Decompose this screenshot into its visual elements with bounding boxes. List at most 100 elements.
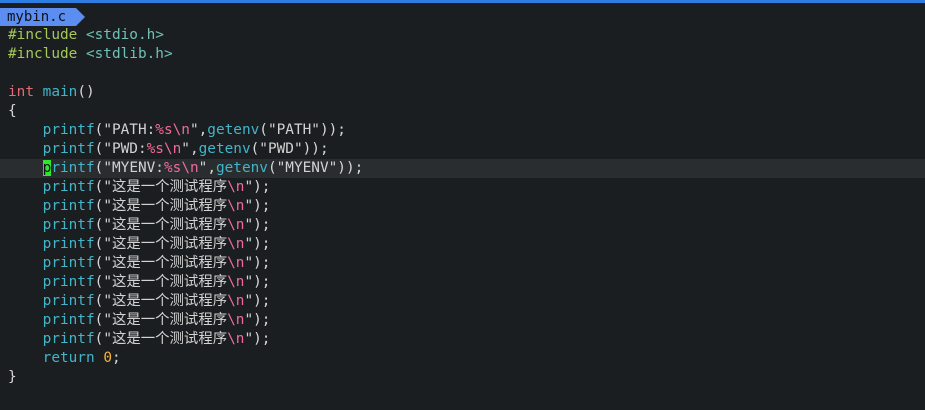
string-literal: "PATH: bbox=[103, 122, 156, 138]
escape-seq: \n bbox=[163, 141, 182, 157]
code-editor[interactable]: #include <stdio.h> #include <stdlib.h> i… bbox=[0, 26, 925, 387]
statement-end: ); bbox=[253, 274, 271, 290]
escape-seq: \n bbox=[227, 293, 245, 309]
string-literal: "这是一个测试程序 bbox=[103, 312, 228, 328]
code-line-7: printf("PWD:%s\n",getenv("PWD")); bbox=[0, 140, 925, 159]
escape-seq: \n bbox=[227, 179, 245, 195]
escape-seq: \n bbox=[227, 312, 245, 328]
escape-seq: \n bbox=[227, 331, 245, 347]
preproc-directive: #include bbox=[8, 27, 78, 43]
paren: ( bbox=[250, 141, 260, 157]
paren: ( bbox=[94, 179, 104, 195]
string-quote: " bbox=[244, 274, 254, 290]
statement-end: )); bbox=[337, 160, 364, 176]
call-getenv: getenv bbox=[207, 122, 260, 138]
parens: () bbox=[77, 84, 95, 100]
string-literal: "MYENV: bbox=[103, 160, 164, 176]
code-line-6: printf("PATH:%s\n",getenv("PATH")); bbox=[0, 121, 925, 140]
string-quote: " bbox=[244, 255, 254, 271]
string-quote: " bbox=[244, 217, 254, 233]
tab-mybin-c[interactable]: mybin.c bbox=[0, 8, 77, 26]
string-literal: "这是一个测试程序 bbox=[103, 236, 228, 252]
call-getenv: getenv bbox=[198, 141, 251, 157]
statement-end: ); bbox=[253, 331, 271, 347]
code-line-17: printf("这是一个测试程序\n"); bbox=[0, 330, 925, 349]
string-literal: "这是一个测试程序 bbox=[103, 274, 228, 290]
code-line-4: int main() bbox=[0, 83, 925, 102]
type-keyword: int bbox=[8, 84, 34, 100]
paren: ( bbox=[94, 122, 104, 138]
string-quote: " bbox=[244, 331, 254, 347]
code-line-2: #include <stdlib.h> bbox=[0, 45, 925, 64]
string-quote: " bbox=[244, 293, 254, 309]
string-literal: "MYENV" bbox=[276, 160, 338, 176]
string-quote: " bbox=[244, 236, 254, 252]
format-spec: %s bbox=[155, 122, 173, 138]
statement-end: )); bbox=[319, 122, 346, 138]
string-literal: "这是一个测试程序 bbox=[103, 293, 228, 309]
string-literal: "这是一个测试程序 bbox=[103, 198, 228, 214]
code-line-15: printf("这是一个测试程序\n"); bbox=[0, 292, 925, 311]
tab-separator-arrow bbox=[76, 8, 86, 26]
statement-end: ); bbox=[253, 236, 271, 252]
code-line-10: printf("这是一个测试程序\n"); bbox=[0, 197, 925, 216]
string-literal: "这是一个测试程序 bbox=[103, 217, 228, 233]
paren: ( bbox=[267, 160, 277, 176]
string-quote: " bbox=[198, 160, 208, 176]
close-brace: } bbox=[8, 369, 17, 385]
paren: ( bbox=[94, 293, 104, 309]
paren: ( bbox=[94, 236, 104, 252]
code-line-14: printf("这是一个测试程序\n"); bbox=[0, 273, 925, 292]
function-name: main bbox=[42, 84, 78, 100]
string-quote: " bbox=[244, 179, 254, 195]
code-line-1: #include <stdio.h> bbox=[0, 26, 925, 45]
code-line-13: printf("这是一个测试程序\n"); bbox=[0, 254, 925, 273]
code-line-9: printf("这是一个测试程序\n"); bbox=[0, 178, 925, 197]
escape-seq: \n bbox=[181, 160, 199, 176]
comma: , bbox=[189, 141, 199, 157]
paren: ( bbox=[94, 312, 104, 328]
window-top-accent bbox=[0, 0, 925, 3]
call-printf-rest: rintf bbox=[51, 160, 95, 176]
preproc-directive: #include bbox=[8, 46, 78, 62]
call-printf: printf bbox=[42, 122, 95, 138]
call-printf: printf bbox=[42, 312, 95, 328]
code-line-18: return 0; bbox=[0, 349, 925, 368]
call-printf: printf bbox=[42, 331, 95, 347]
semicolon: ; bbox=[111, 350, 121, 366]
call-printf: printf bbox=[42, 179, 95, 195]
escape-seq: \n bbox=[227, 217, 245, 233]
open-brace: { bbox=[8, 103, 17, 119]
statement-end: ); bbox=[253, 255, 271, 271]
call-getenv: getenv bbox=[215, 160, 268, 176]
paren: ( bbox=[94, 331, 104, 347]
escape-seq: \n bbox=[227, 274, 245, 290]
code-line-12: printf("这是一个测试程序\n"); bbox=[0, 235, 925, 254]
paren: ( bbox=[259, 122, 268, 138]
statement-end: ); bbox=[253, 312, 271, 328]
statement-end: ); bbox=[253, 198, 271, 214]
buffer-tabline: mybin.c bbox=[0, 8, 86, 26]
call-printf: printf bbox=[42, 217, 95, 233]
string-literal: "这是一个测试程序 bbox=[103, 255, 228, 271]
statement-end: ); bbox=[253, 217, 271, 233]
string-literal: "PWD" bbox=[259, 141, 303, 157]
format-spec: %s bbox=[163, 160, 182, 176]
call-printf: printf bbox=[42, 198, 95, 214]
comma: , bbox=[198, 122, 208, 138]
code-line-5: { bbox=[0, 102, 925, 121]
comma: , bbox=[207, 160, 216, 176]
code-line-19: } bbox=[0, 368, 925, 387]
call-printf: printf bbox=[42, 236, 95, 252]
string-quote: " bbox=[244, 198, 254, 214]
paren: ( bbox=[94, 198, 104, 214]
string-literal: "PATH" bbox=[267, 122, 320, 138]
tab-filename: mybin.c bbox=[7, 9, 67, 25]
return-keyword: return bbox=[42, 350, 95, 366]
call-printf: printf bbox=[42, 141, 95, 157]
string-literal: "这是一个测试程序 bbox=[103, 331, 228, 347]
code-line-16: printf("这是一个测试程序\n"); bbox=[0, 311, 925, 330]
paren: ( bbox=[94, 217, 104, 233]
string-quote: " bbox=[244, 312, 254, 328]
